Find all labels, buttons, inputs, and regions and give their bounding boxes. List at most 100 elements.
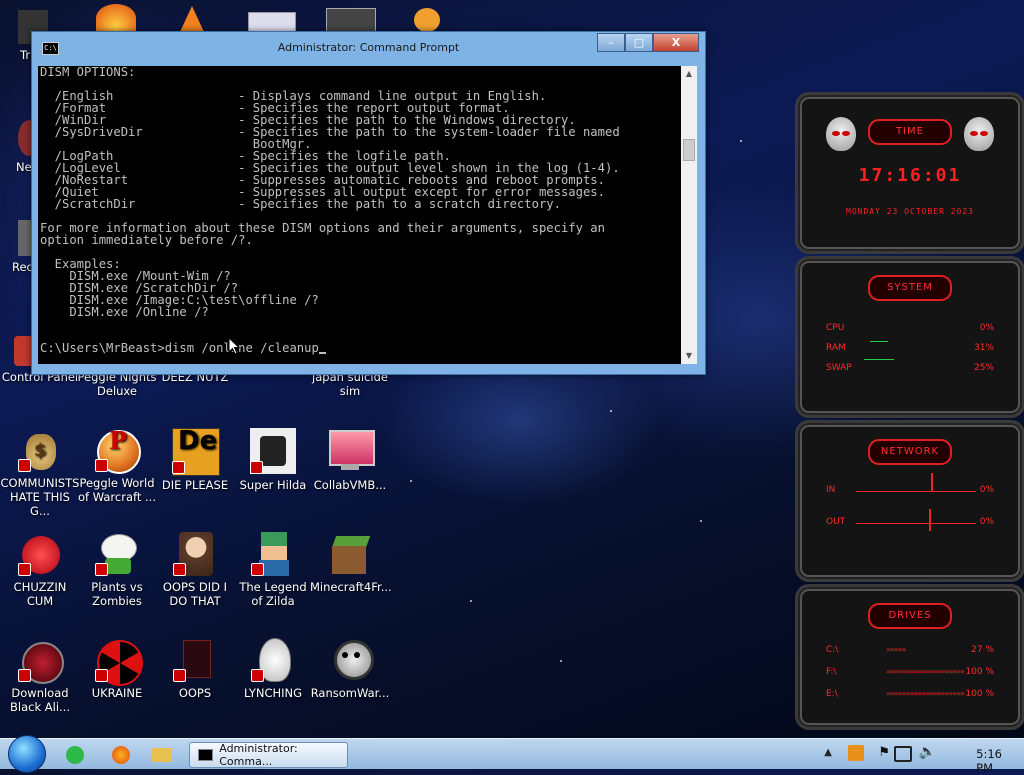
system-widget: SYSTEM CPU 0% RAM 31% SWAP 25% [795,256,1024,418]
dollar-glyph: $ [34,440,47,461]
alien-head-icon [826,117,856,151]
prompt-text: C:\Users\MrBeast>dism /online /cleanup [40,341,319,355]
alienware-icon [18,638,64,684]
row-label: SWAP [826,363,852,373]
shortcut-arrow-icon [172,461,185,474]
desktop-icon-plants-vs-zombies[interactable]: Plants vs Zombies [77,532,157,608]
minimize-button[interactable]: – [597,33,625,52]
scroll-thumb[interactable] [683,139,695,161]
desktop-icon-super-hilda[interactable]: Super Hilda [233,428,313,492]
row-value: 0% [979,517,994,527]
shortcut-arrow-icon [95,563,108,576]
shortcut-arrow-icon [95,669,108,682]
minecraft-icon [328,532,372,576]
row-label: OUT [826,517,846,527]
network-in-trace [856,491,976,492]
chuzzle-icon [18,532,62,576]
desktop-icon-lynching[interactable]: LYNCHING [233,638,313,700]
network-out-trace [856,523,976,524]
network-widget: NETWORK IN 0% OUT 0% [795,420,1024,582]
start-button[interactable] [8,735,46,773]
star [410,480,412,482]
desktop-icon-label: CHUZZIN CUM [13,580,67,608]
ram-graph-line [870,341,888,342]
shortcut-arrow-icon [18,669,31,682]
desktop-icon-legend-of-zilda[interactable]: The Legend of Zilda [233,532,313,608]
desktop-icon-oops-did-i[interactable]: OOPS DID I DO THAT [155,532,235,608]
zelda-icon [251,532,295,576]
desktop-icon-peggle-wow[interactable]: P Peggle World of Warcraft ... [77,428,157,505]
desktop-icon-communists[interactable]: $ COMMUNISTS HATE THIS G... [0,428,80,518]
network-row-in: IN 0% [826,485,994,499]
drives-widget: DRIVES C:\ »»»»» 27 % F:\ »»»»»»»»»»»»»»… [795,584,1024,730]
title-bar[interactable]: C:\ Administrator: Command Prompt – □ X [32,32,705,62]
drive-usage-bar: »»»»»»»»»»»»»»»»»»»» [886,667,965,676]
app-icon[interactable] [414,8,440,32]
desktop-icon-label: LYNCHING [243,686,303,700]
taskbar-button-command-prompt[interactable]: Administrator: Comma... [189,742,348,768]
shortcut-arrow-icon [18,459,31,472]
row-label: IN [826,485,836,495]
widget-clock: 17:16:01 [858,165,962,186]
widget-header: TIME [868,119,952,145]
plants-vs-zombies-icon [95,532,139,576]
chat-app-icon[interactable] [66,746,84,764]
desktop-icon-collabvm[interactable]: CollabVMB... [310,428,390,492]
desktop-icon-oops[interactable]: OOPS [155,638,235,700]
shortcut-arrow-icon [251,669,264,682]
drive-row-f: F:\ »»»»»»»»»»»»»»»»»»»» 100 % [826,667,994,681]
oops-icon [173,638,217,682]
portrait-icon [173,532,217,576]
show-hidden-icons-chevron-icon[interactable]: ▲ [824,747,832,758]
hilda-figure [260,436,286,466]
scroll-up-arrow-icon[interactable]: ▲ [681,66,697,82]
skull-eye [354,652,360,658]
row-value: 0% [979,323,994,333]
console-prompt-line[interactable]: C:\Users\MrBeast>dism /online /cleanup [38,342,697,354]
system-row-ram: RAM 31% [826,343,994,357]
speaker-icon[interactable]: 🔈 [919,744,936,760]
tray-app-icon[interactable] [848,745,864,761]
drive-row-e: E:\ »»»»»»»»»»»»»»»»»»»» 100 % [826,689,994,703]
row-label: CPU [826,323,845,333]
network-icon[interactable] [894,746,912,762]
desktop-icon-download-black-alien[interactable]: Download Black Ali... [0,638,80,714]
row-value: 100 % [965,667,994,677]
desktop-icon-die-please[interactable]: De DIE PLEASE [155,428,235,492]
desktop-icon-label: OOPS DID I DO THAT [162,580,228,608]
mouse-pointer-icon [228,337,240,355]
skull-icon [328,638,374,682]
row-value: 31% [973,343,994,353]
desktop-icon-label: Plants vs Zombies [91,580,143,608]
desktop-icon-ukraine[interactable]: UKRAINE [77,638,157,700]
taskbar-clock[interactable]: 5:16 PM [976,747,1002,775]
desktop-icon-chuzzin[interactable]: CHUZZIN CUM [0,532,80,608]
folder-icon[interactable] [152,748,172,762]
desktop-icon-minecraft[interactable]: Minecraft4Fr... [310,532,392,594]
flag-icon[interactable]: ⚑ [878,745,890,760]
lynching-icon [251,638,295,682]
monitor-stand [341,464,359,470]
row-value: 100 % [965,689,994,699]
console-output[interactable]: DISM OPTIONS: /English - Displays comman… [38,66,697,364]
vlc-icon[interactable] [180,6,204,32]
firefox-icon[interactable] [96,4,136,32]
cmd-taskbar-icon [198,749,214,761]
desktop-icon-ransomware[interactable]: RansomWar... [310,638,390,700]
maximize-button[interactable]: □ [625,33,653,52]
row-label: F:\ [826,667,837,677]
firefox-taskbar-icon[interactable] [112,746,130,764]
close-button[interactable]: X [653,33,699,52]
system-row-cpu: CPU 0% [826,323,994,337]
command-prompt-window[interactable]: C:\ Administrator: Command Prompt – □ X … [31,31,706,375]
vertical-scrollbar[interactable]: ▲ ▼ [681,66,697,364]
money-bag-icon: $ [18,428,62,472]
scroll-down-arrow-icon[interactable]: ▼ [681,348,697,364]
collabvm-icon [327,428,375,474]
desktop-icon-label: COMMUNISTS HATE THIS G... [0,476,80,518]
row-value: 27 % [971,645,994,655]
star [470,600,472,602]
desktop-icon-label: Super Hilda [239,478,307,492]
shortcut-arrow-icon [250,461,263,474]
die-please-icon: De [172,428,220,476]
